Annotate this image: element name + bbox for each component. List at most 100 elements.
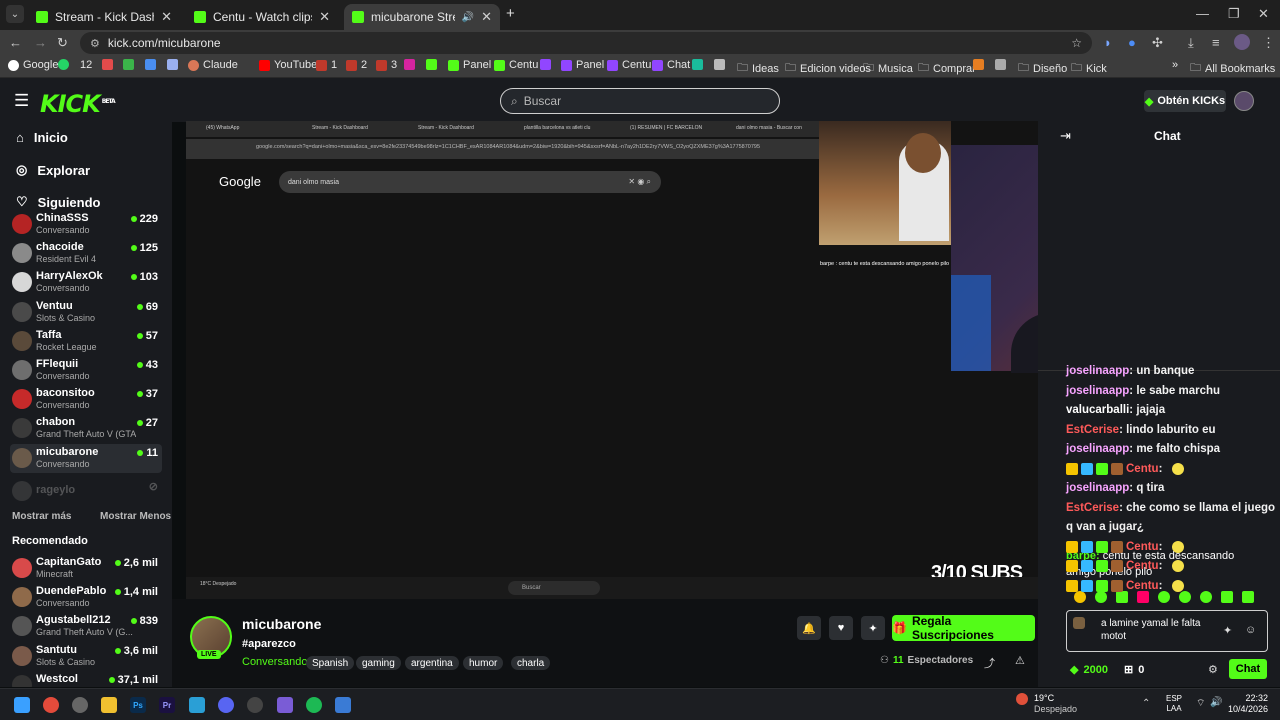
emote-icon[interactable] [1074, 591, 1086, 603]
spotify-icon[interactable] [306, 697, 322, 713]
chat-username[interactable]: EstCerise [1066, 424, 1119, 436]
bookmark-kick[interactable] [426, 59, 437, 70]
discord-icon[interactable] [218, 697, 234, 713]
tag-charla[interactable]: charla [511, 656, 551, 670]
window-close-icon[interactable]: ✕ [1258, 6, 1269, 22]
photoshop-icon[interactable]: Ps [130, 697, 146, 713]
extensions-puzzle-icon[interactable]: ✣ [1152, 35, 1163, 51]
clock[interactable]: 22:32 10/4/2026 [1228, 693, 1268, 715]
new-tab-button[interactable]: + [506, 5, 515, 22]
bookmark-youtube[interactable]: YouTube [259, 59, 317, 71]
sidebar-channel[interactable]: CapitanGato Minecraft 2,6 mil [10, 554, 162, 583]
close-icon[interactable]: ✕ [161, 9, 172, 25]
chat-username[interactable]: Centu [1126, 580, 1159, 592]
bookmark-icon-c[interactable] [145, 59, 156, 70]
bookmark-icon-d[interactable] [167, 59, 178, 70]
sidebar-channel[interactable]: Santutu Slots & Casino 3,6 mil [10, 642, 162, 671]
emoji-icon[interactable]: ☺ [1245, 624, 1256, 636]
back-icon[interactable]: ← [9, 35, 22, 50]
notepad-icon[interactable] [189, 697, 205, 713]
restore-icon[interactable]: ❐ [1228, 6, 1240, 22]
app-icon[interactable] [335, 697, 351, 713]
forward-icon[interactable]: → [34, 35, 47, 50]
tray-chevron-icon[interactable]: ⌃ [1142, 698, 1150, 709]
get-kicks-button[interactable]: ◆ Obtén KICKs [1144, 90, 1226, 112]
kicks-balance[interactable]: ◆ 2000 [1070, 663, 1108, 677]
hamburger-menu-icon[interactable]: ☰ [14, 91, 29, 111]
site-info-icon[interactable]: ⚙ [90, 37, 100, 50]
tab-kick-dashboard[interactable]: Stream - Kick Dashboard ✕ [28, 4, 180, 30]
follow-heart-icon[interactable]: ♥ [829, 616, 853, 640]
chat-send-button[interactable]: Chat [1229, 659, 1267, 679]
download-icon[interactable]: ⤓ [1188, 35, 1194, 51]
language-indicator[interactable]: ESP LAA [1166, 694, 1182, 714]
tag-argentina[interactable]: argentina [405, 656, 459, 670]
more-vert-icon[interactable]: ⋮ [1262, 35, 1275, 51]
tag-gaming[interactable]: gaming [356, 656, 401, 670]
bookmark-icon-e[interactable] [692, 59, 703, 70]
sidebar-channel[interactable]: DuendePablo Conversando 1,4 mil [10, 583, 162, 612]
bookmark-musica[interactable]: 🗀 Musica [863, 59, 913, 78]
minimize-icon[interactable]: — [1196, 6, 1209, 21]
emote-icon[interactable] [1221, 591, 1233, 603]
extension-icon[interactable]: ● [1128, 35, 1136, 50]
kick-logo[interactable]: KICK BETA [40, 90, 116, 118]
emote-icon[interactable] [1116, 591, 1128, 603]
address-bar[interactable]: ⚙ kick.com/micubarone ☆ [80, 32, 1092, 54]
chat-username[interactable]: valucarballi [1066, 404, 1129, 416]
menu-lines-icon[interactable]: ≡ [1212, 35, 1220, 50]
obs-icon[interactable] [72, 697, 88, 713]
chrome-icon[interactable] [43, 697, 59, 713]
sidebar-channel[interactable]: Westcol 37,1 mil [10, 671, 162, 687]
collapse-chat-icon[interactable]: ⇥ [1060, 128, 1071, 144]
bookmark-twitch[interactable] [540, 59, 551, 70]
bookmark-star-icon[interactable]: ☆ [1071, 36, 1082, 50]
share-icon[interactable]: ⤴ [984, 655, 995, 671]
sidebar-channel[interactable]: chabon Grand Theft Auto V (GTA) 27 [10, 414, 162, 443]
notification-bell-icon[interactable]: 🔔 [797, 616, 821, 640]
sidebar-channel[interactable]: micubarone Conversando 11 [10, 443, 162, 473]
sidebar-channel[interactable]: baconsitoo Conversando 37 [10, 385, 162, 414]
all-bookmarks[interactable]: 🗀 All Bookmarks [1190, 59, 1275, 78]
bookmark-icon-h[interactable] [995, 59, 1006, 70]
chat-username[interactable]: EstCerise [1066, 502, 1119, 514]
sidebar-channel[interactable]: HarryAlexOk Conversando 103 [10, 268, 162, 297]
bookmark-ideas[interactable]: 🗀 Ideas [737, 59, 779, 78]
emote-icon[interactable] [1158, 591, 1170, 603]
sidebar-channel[interactable]: Agustabell212 Grand Theft Auto V (G... 839 [10, 612, 162, 641]
chat-username[interactable]: Centu [1126, 560, 1159, 572]
bookmark-panel-2[interactable]: Panel [561, 59, 604, 71]
bookmark-instagram[interactable] [404, 59, 415, 70]
bookmark-2[interactable]: 2 [346, 59, 367, 71]
tab-search-button[interactable]: ⌄ [6, 5, 24, 23]
chat-username[interactable]: Centu [1126, 463, 1159, 475]
bookmark-icon-b[interactable] [123, 59, 134, 70]
bookmark-kick-folder[interactable]: 🗀 Kick [1071, 59, 1107, 78]
tag-spanish[interactable]: Spanish [306, 656, 355, 670]
chat-username[interactable]: joselinaapp [1066, 443, 1129, 455]
emote-icon[interactable] [1200, 591, 1212, 603]
emote-icon[interactable] [1137, 591, 1149, 603]
bookmarks-overflow-icon[interactable]: » [1172, 59, 1178, 71]
bookmark-icon-a[interactable] [102, 59, 113, 70]
chat-username[interactable]: joselinaapp [1066, 365, 1129, 377]
chat-settings-icon[interactable]: ⚙ [1208, 663, 1218, 676]
chat-username[interactable]: joselinaapp [1066, 482, 1129, 494]
nav-siguiendo[interactable]: ♡ Siguiendo [16, 194, 101, 210]
tab-centu-clips[interactable]: Centu - Watch clips on Kick ✕ [186, 4, 338, 30]
bookmark-whatsapp[interactable] [58, 59, 69, 70]
file-explorer-icon[interactable] [101, 697, 117, 713]
chat-input[interactable]: a lamine yamal le falta motot ✦ ☺ [1066, 610, 1268, 652]
emote-icon[interactable] [1242, 591, 1254, 603]
profile-avatar[interactable] [1234, 34, 1250, 50]
tab-micubarone-stream[interactable]: micubarone Stream - Watc 🔊 ✕ [344, 4, 500, 30]
reload-icon[interactable]: ↻ [57, 35, 68, 51]
bookmark-panel[interactable]: Panel [448, 59, 491, 71]
emote-icon[interactable] [1095, 591, 1107, 603]
nav-inicio[interactable]: ⌂ Inicio [16, 130, 68, 145]
tag-humor[interactable]: humor [463, 656, 504, 670]
volume-icon[interactable]: 🔊 [1210, 697, 1222, 708]
close-icon[interactable]: ✕ [481, 9, 492, 25]
premiere-icon[interactable]: Pr [159, 697, 175, 713]
search-input[interactable]: ⌕ Buscar [500, 88, 780, 114]
